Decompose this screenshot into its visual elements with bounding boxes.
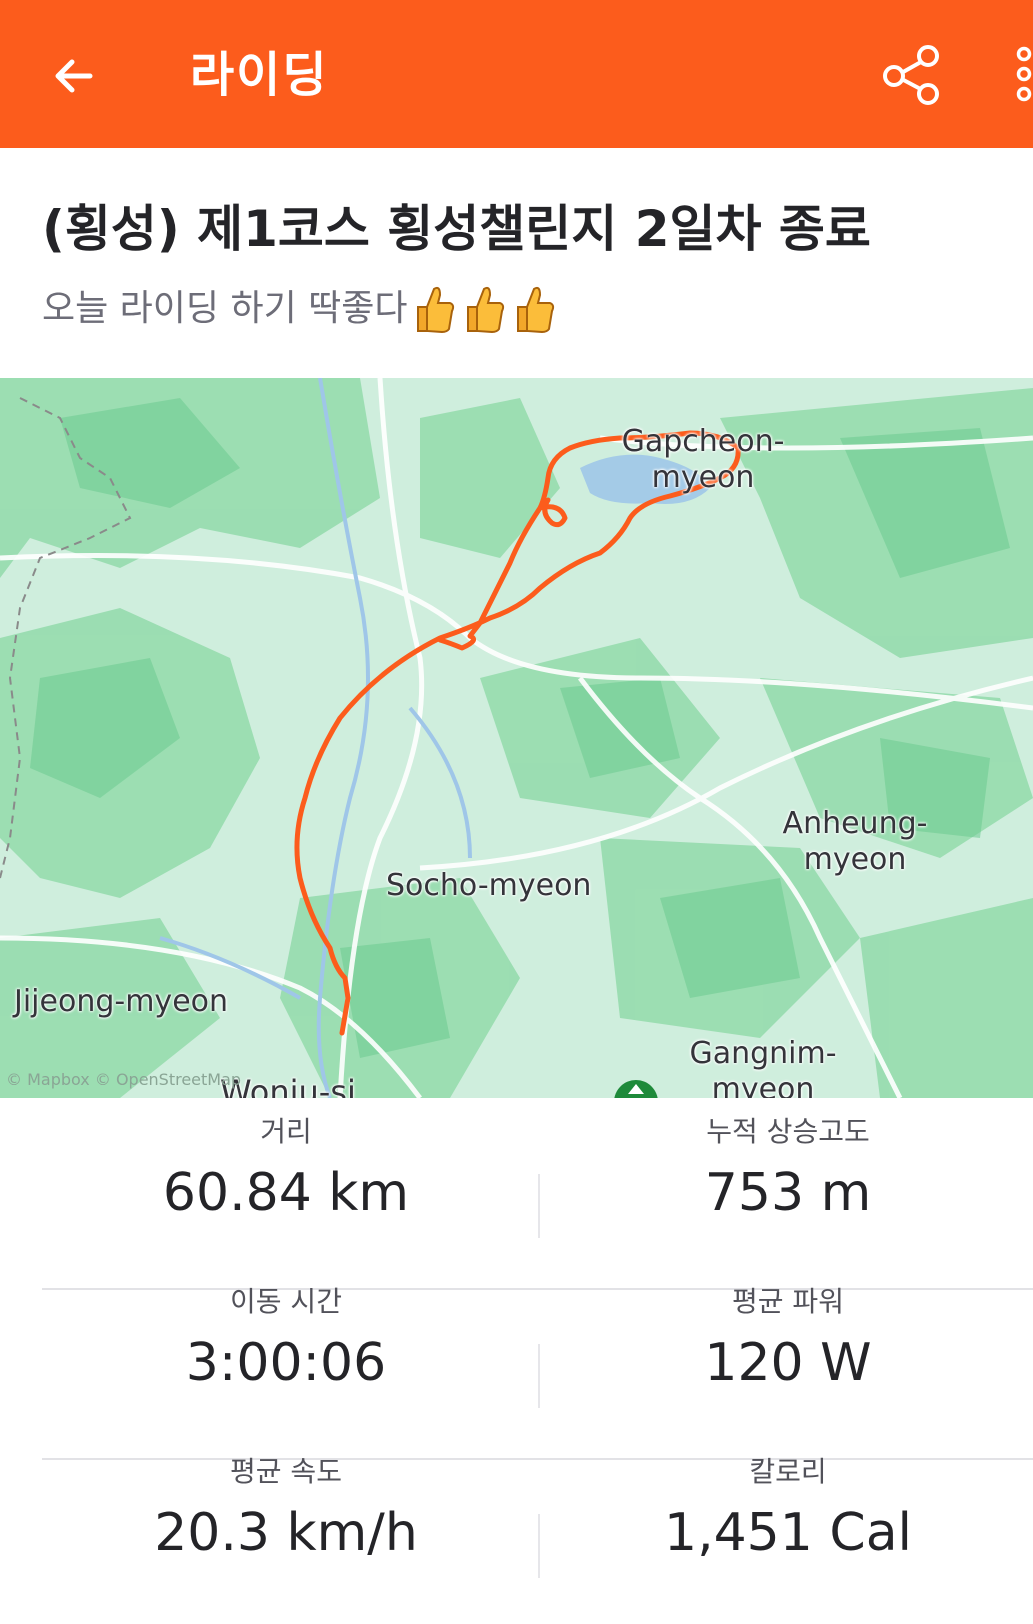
stats-panel: 거리 60.84 km 누적 상승고도 753 m 이동 시간 3:00:06 …	[0, 1098, 1033, 1624]
stat-value: 3:00:06	[185, 1333, 387, 1393]
stat-value: 60.84 km	[162, 1163, 410, 1223]
back-button[interactable]	[42, 44, 106, 108]
top-app-bar: 라이딩	[0, 0, 1033, 148]
map-label-gangnim: Gangnim- myeon	[689, 1036, 837, 1098]
stat-value: 1,451 Cal	[663, 1503, 912, 1563]
share-button[interactable]	[878, 38, 948, 108]
share-icon	[883, 45, 939, 105]
stat-label: 누적 상승고도	[706, 1115, 870, 1148]
activity-description-text: 오늘 라이딩 하기 딱좋다	[42, 288, 408, 329]
stat-elevation: 누적 상승고도 753 m	[538, 1112, 1033, 1228]
stat-label: 칼로리	[749, 1455, 827, 1488]
stat-label: 거리	[260, 1115, 312, 1148]
stat-label: 이동 시간	[230, 1285, 342, 1318]
arrow-left-icon	[55, 59, 93, 93]
divider	[538, 1344, 540, 1408]
divider	[538, 1514, 540, 1578]
stat-value: 753 m	[704, 1163, 872, 1223]
stat-value: 120 W	[704, 1333, 872, 1393]
stat-moving-time: 이동 시간 3:00:06	[36, 1282, 536, 1398]
activity-title: (횡성) 제1코스 횡성챌린지 2일차 종료	[42, 200, 871, 258]
thumbs-up-icon	[416, 286, 454, 334]
thumbs-up-icon	[466, 286, 504, 334]
activity-description: 오늘 라이딩 하기 딱좋다	[42, 282, 1022, 336]
activity-detail-screen: 라이딩 (횡성) 제1코스 횡성챌린지 2일차 종료 오늘 라이딩 하기 딱좋다	[0, 0, 1033, 1624]
stat-calories: 칼로리 1,451 Cal	[538, 1452, 1033, 1568]
map-attribution[interactable]: © Mapbox © OpenStreetMap	[6, 1062, 241, 1098]
stat-value: 20.3 km/h	[154, 1503, 418, 1563]
thumbs-up-icon	[516, 286, 554, 334]
map-label-anheung: Anheung- myeon	[782, 806, 928, 877]
stat-avg-power: 평균 파워 120 W	[538, 1282, 1033, 1398]
more-options-button[interactable]	[1004, 40, 1033, 110]
stat-distance: 거리 60.84 km	[36, 1112, 536, 1228]
thumbs-up-emojis	[412, 283, 556, 335]
page-title: 라이딩	[190, 47, 329, 103]
route-map[interactable]: Gapcheon- myeon Anheung- myeon Socho-mye…	[0, 378, 1033, 1098]
map-label-gapcheon: Gapcheon- myeon	[621, 424, 785, 495]
stat-label: 평균 속도	[230, 1455, 342, 1488]
more-vertical-icon	[1016, 46, 1032, 102]
stat-avg-speed: 평균 속도 20.3 km/h	[36, 1452, 536, 1568]
map-label-jijeong: Jijeong-myeon	[14, 984, 229, 1019]
stat-label: 평균 파워	[732, 1285, 844, 1318]
map-label-socho: Socho-myeon	[386, 868, 592, 903]
divider	[538, 1174, 540, 1238]
